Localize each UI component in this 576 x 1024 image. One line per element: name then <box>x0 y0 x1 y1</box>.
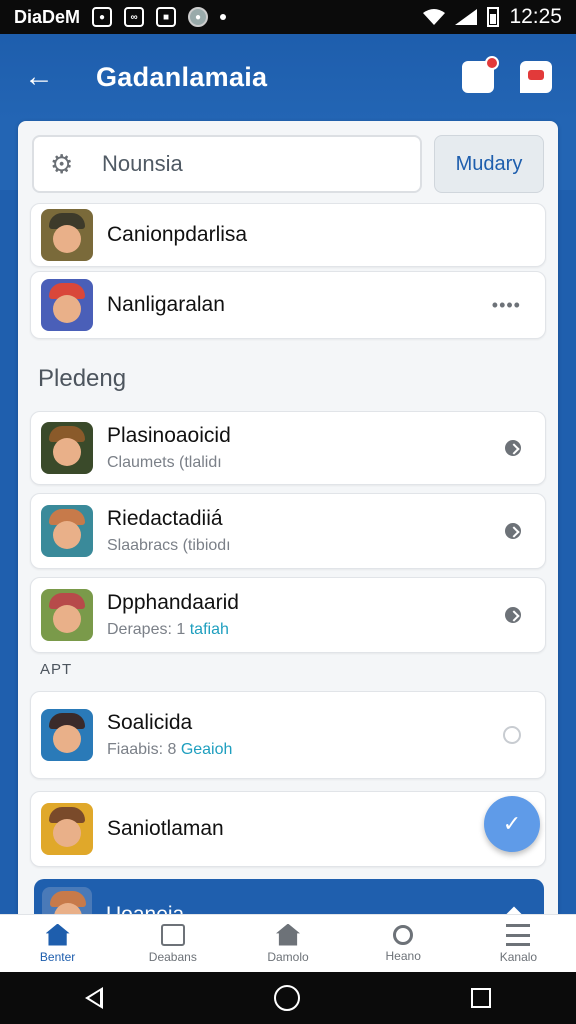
wifi-icon <box>423 9 446 25</box>
avatar-face <box>53 225 81 253</box>
nav-label: Damolo <box>267 949 309 964</box>
radio-circle-icon[interactable] <box>503 726 521 744</box>
mudary-button[interactable]: Mudary <box>434 135 544 193</box>
list-item-subtitle: Derapes: 1 tafiah <box>107 621 239 639</box>
status-bar: DiaDeM ● ∞ ■ ● 12:25 <box>0 0 576 34</box>
subtitle-text: Fiaabis: 8 <box>107 741 181 758</box>
system-recents-icon[interactable] <box>470 988 491 1008</box>
signal-icon <box>455 9 478 25</box>
badge-dot <box>485 56 499 70</box>
notification-icon: ● <box>92 7 113 27</box>
search-value: Nounsia <box>102 151 183 176</box>
home-icon <box>276 923 300 946</box>
nav-item-kanalo[interactable]: Kanalo <box>461 915 576 972</box>
more-notifications-icon <box>220 14 227 20</box>
list-item[interactable]: Dpphandaarid Derapes: 1 tafiah <box>30 577 546 653</box>
system-back-icon[interactable] <box>85 987 104 1009</box>
avatar <box>41 209 93 261</box>
list-item[interactable]: Saniotlaman <box>30 791 546 867</box>
list-icon <box>506 923 531 946</box>
clock: 12:25 <box>509 5 562 28</box>
list-item-text: Saniotlaman <box>107 817 224 841</box>
section-heading: APT <box>40 661 73 678</box>
avatar-face <box>53 819 81 847</box>
list-item-name: Riedactadiiá <box>107 507 223 530</box>
subtitle-text: Derapes: 1 <box>107 621 190 638</box>
search-row: ⚙ Nounsia Mudary <box>32 135 544 193</box>
avatar-face <box>53 725 81 753</box>
page-title: Gadanlamaia <box>96 61 268 92</box>
list-item-text: Plasinoaoicid Claumets (tlalidı <box>107 424 231 472</box>
chevron-right-icon[interactable] <box>505 440 521 456</box>
subtitle-accent: Geaioh <box>180 741 233 758</box>
chat-badge-icon[interactable] <box>520 61 552 93</box>
system-home-icon[interactable] <box>273 985 300 1011</box>
chevron-right-icon[interactable] <box>505 607 521 623</box>
nav-item-damolo[interactable]: Damolo <box>230 915 345 972</box>
filter-badge-icon[interactable] <box>462 56 499 93</box>
list-item-text: Nanligaralan <box>107 293 225 317</box>
content-sheet: ⚙ Nounsia Mudary Canionpdarlisa Nanligar… <box>18 121 558 921</box>
list-item-name: Canionpdarlisa <box>107 223 248 246</box>
list-item-name: Saniotlaman <box>107 817 224 840</box>
chevron-right-icon[interactable] <box>505 523 521 539</box>
list-item-subtitle: Claumets (tlalidı <box>107 454 222 471</box>
nav-label: Kanalo <box>499 949 538 964</box>
more-options-icon[interactable]: •••• <box>492 295 521 316</box>
list-item-text: Canionpdarlisa <box>107 223 247 247</box>
avatar <box>41 279 93 331</box>
list-item[interactable]: Plasinoaoicid Claumets (tlalidı <box>30 411 546 485</box>
nav-item-deabans[interactable]: Deabans <box>115 915 230 972</box>
bottom-navigation: Benter Deabans Damolo Heano Kanalo <box>0 914 576 972</box>
battery-icon <box>487 7 500 27</box>
status-right: 12:25 <box>423 5 562 29</box>
search-icon <box>393 924 414 945</box>
system-navigation <box>0 972 576 1024</box>
list-item-name: Nanligaralan <box>107 293 225 316</box>
carrier-label: DiaDeM <box>14 6 81 27</box>
app-bar-actions <box>462 56 552 93</box>
list-item-name: Plasinoaoicid <box>107 424 231 447</box>
link-icon: ∞ <box>124 7 145 27</box>
nav-label: Heano <box>385 948 421 963</box>
home-icon <box>45 923 70 946</box>
avatar-face <box>53 521 81 549</box>
avatar-face <box>53 295 81 323</box>
avatar <box>41 589 93 641</box>
search-input[interactable]: ⚙ Nounsia <box>32 135 422 193</box>
avatar-face <box>53 605 81 633</box>
avatar-face <box>53 438 81 466</box>
list-item[interactable]: Canionpdarlisa <box>30 203 546 267</box>
nav-item-heano[interactable]: Heano <box>346 915 461 972</box>
gear-icon: ⚙ <box>50 149 74 179</box>
avatar <box>41 422 93 474</box>
avatar <box>41 803 93 855</box>
avatar <box>41 505 93 557</box>
list-item-text: Riedactadiiá Slaabracs (tibiodı <box>107 507 231 555</box>
app-bar: ← Gadanlamaia <box>0 34 576 120</box>
list-item-subtitle: Fiaabis: 8 Geaioh <box>107 741 232 759</box>
check-icon: ✓ <box>502 811 522 836</box>
list-item-name: Dpphandaarid <box>107 591 239 614</box>
nav-label: Benter <box>39 949 76 964</box>
app-notification-icon: ● <box>188 7 209 27</box>
list-item[interactable]: Nanligaralan •••• <box>30 271 546 339</box>
list-item-subtitle: Slaabracs (tibiodı <box>107 537 231 554</box>
list-item[interactable]: Soalicida Fiaabis: 8 Geaioh <box>30 691 546 779</box>
confirm-fab-button[interactable]: ✓ <box>484 796 540 852</box>
square-icon: ■ <box>156 7 177 27</box>
subtitle-accent: tafiah <box>189 621 229 638</box>
list-item[interactable]: Riedactadiiá Slaabracs (tibiodı <box>30 493 546 569</box>
nav-item-benter[interactable]: Benter <box>0 915 115 972</box>
section-heading: Pledeng <box>38 365 127 392</box>
card-icon <box>160 923 185 946</box>
list-item-text: Soalicida Fiaabis: 8 Geaioh <box>107 711 232 759</box>
arrow-left-icon[interactable]: ← <box>24 60 60 94</box>
list-item-name: Soalicida <box>107 711 193 734</box>
list-item-text: Dpphandaarid Derapes: 1 tafiah <box>107 591 239 639</box>
avatar <box>41 709 93 761</box>
nav-label: Deabans <box>148 949 197 964</box>
status-left: DiaDeM ● ∞ ■ ● <box>14 6 227 28</box>
